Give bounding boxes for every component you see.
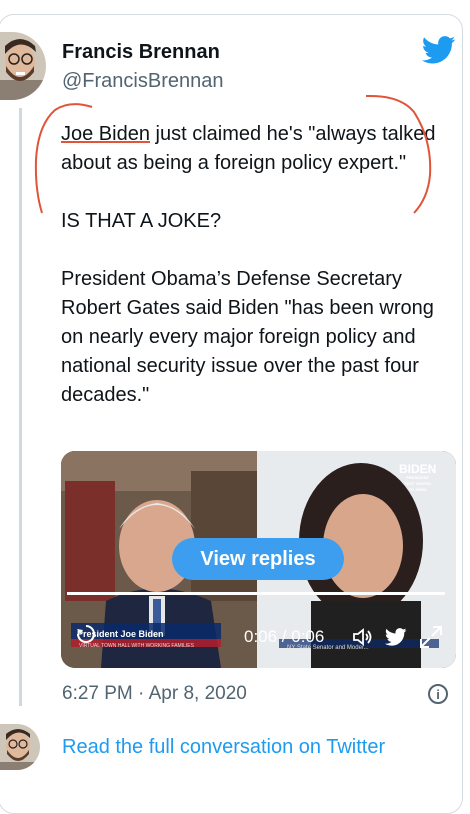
read-full-conversation-link[interactable]: Read the full conversation on Twitter — [62, 736, 385, 759]
twitter-bird-icon[interactable] — [385, 628, 407, 646]
brand-logo: BIDEN PRESIDENT TEXT UNITED TO 30330 — [399, 462, 437, 492]
tweet-body: just claimed he's "always talked about a… — [61, 123, 436, 406]
video-time: 0:06 / 0:06 — [244, 627, 325, 646]
twitter-bird-icon[interactable] — [422, 36, 456, 64]
thread-line — [19, 108, 22, 706]
view-replies-button[interactable]: View replies — [172, 538, 344, 580]
video-player[interactable]: President Joe Biden VIRTUAL TOWN HALL WI… — [61, 451, 456, 668]
author-handle[interactable]: @FrancisBrennan — [62, 70, 223, 93]
author-name[interactable]: Francis Brennan — [62, 41, 220, 64]
tweet-text: Joe Biden just claimed he's "always talk… — [61, 120, 441, 410]
fullscreen-icon[interactable] — [418, 624, 444, 650]
mention-link[interactable]: Joe Biden — [61, 123, 150, 145]
video-progress-bar[interactable] — [67, 592, 445, 595]
volume-icon[interactable] — [352, 627, 374, 647]
tweet-timestamp[interactable]: 6:27 PM · Apr 8, 2020 — [62, 683, 247, 705]
replay-icon[interactable] — [75, 623, 97, 645]
info-icon[interactable]: i — [428, 684, 448, 704]
